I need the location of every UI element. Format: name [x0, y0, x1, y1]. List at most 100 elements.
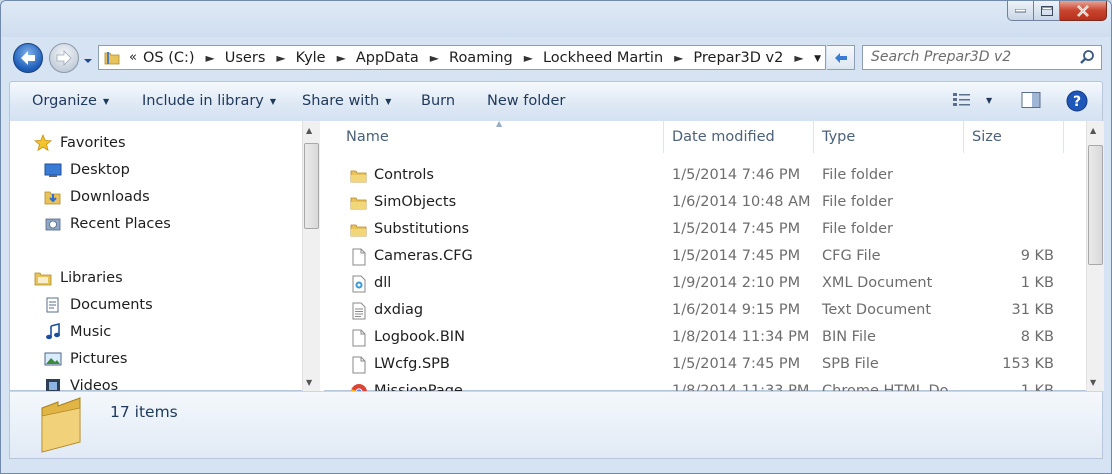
nav-downloads[interactable]: Downloads: [44, 188, 150, 206]
music-icon: [44, 323, 62, 341]
maximize-button[interactable]: [1034, 1, 1060, 21]
burn-button[interactable]: Burn: [421, 93, 455, 109]
scroll-up-arrow[interactable]: ▲: [1090, 126, 1096, 135]
breadcrumb-chevron-icon[interactable]: ►: [422, 51, 446, 65]
recent-pages-dropdown[interactable]: [83, 53, 93, 63]
window-bottom-edge: [1, 459, 1111, 473]
content-area: Favorites Desktop Downloads Recent Place…: [9, 121, 1104, 391]
minimize-button[interactable]: [1007, 1, 1034, 21]
nav-downloads-label: Downloads: [70, 189, 150, 205]
refresh-button[interactable]: [827, 45, 855, 70]
breadcrumb-kyle[interactable]: Kyle: [293, 50, 329, 66]
table-row[interactable]: SimObjects 1/6/2014 10:48 AM File folder: [324, 189, 1086, 216]
file-size: 8 KB: [1020, 329, 1054, 345]
scroll-down-arrow[interactable]: ▼: [1090, 378, 1096, 387]
table-row[interactable]: LWcfg.SPB 1/5/2014 7:45 PM SPB File 153 …: [324, 351, 1086, 378]
breadcrumb-roaming[interactable]: Roaming: [446, 50, 516, 66]
new-folder-button[interactable]: New folder: [487, 93, 565, 109]
column-header-name[interactable]: Name: [338, 121, 664, 153]
organize-button[interactable]: Organize ▼: [32, 93, 109, 109]
breadcrumb-lockheed-martin[interactable]: Lockheed Martin: [540, 50, 666, 66]
table-row[interactable]: Substitutions 1/5/2014 7:45 PM File fold…: [324, 216, 1086, 243]
include-in-library-button[interactable]: Include in library ▼: [142, 93, 276, 109]
breadcrumb-chevron-icon[interactable]: ►: [786, 51, 810, 65]
breadcrumb-chevron-icon[interactable]: ►: [516, 51, 540, 65]
item-count: 17 items: [110, 403, 178, 421]
scrollbar-thumb[interactable]: [1088, 145, 1103, 265]
navigation-scrollbar[interactable]: ▲ ▼: [302, 121, 320, 391]
help-button[interactable]: ?: [1066, 90, 1088, 112]
table-row[interactable]: Logbook.BIN 1/8/2014 11:34 PM BIN File 8…: [324, 324, 1086, 351]
column-header-label: Type: [822, 129, 856, 145]
file-date: 1/9/2014 2:10 PM: [672, 275, 801, 291]
table-row[interactable]: Controls 1/5/2014 7:46 PM File folder: [324, 162, 1086, 189]
search-icon[interactable]: [1079, 49, 1095, 69]
desktop-icon: [44, 161, 62, 179]
preview-pane-button[interactable]: [1021, 91, 1041, 109]
file-name: Logbook.BIN: [374, 329, 465, 345]
window-buttons: [1007, 1, 1107, 21]
breadcrumb-chevron-icon[interactable]: ►: [329, 51, 353, 65]
folder-icon: [350, 194, 368, 212]
scroll-up-arrow[interactable]: ▲: [306, 126, 312, 135]
breadcrumb-prepar3d-v2[interactable]: Prepar3D v2: [690, 50, 786, 66]
nav-recent-places[interactable]: Recent Places: [44, 215, 171, 233]
file-type: XML Document: [822, 275, 933, 291]
file-list-scrollbar[interactable]: ▲ ▼: [1086, 121, 1104, 391]
recent-places-icon: [44, 215, 62, 233]
file-icon: [350, 356, 368, 374]
share-with-label: Share with: [302, 93, 380, 109]
navigation-pane: Favorites Desktop Downloads Recent Place…: [10, 121, 303, 391]
libraries-icon: [34, 269, 52, 287]
xml-file-icon: [350, 275, 368, 293]
file-date: 1/8/2014 11:33 PM: [672, 383, 810, 391]
close-button[interactable]: [1060, 1, 1107, 21]
change-view-button[interactable]: ▼: [952, 91, 992, 109]
table-row[interactable]: dll 1/9/2014 2:10 PM XML Document 1 KB: [324, 270, 1086, 297]
column-header-type[interactable]: Type: [814, 121, 964, 153]
breadcrumb-appdata[interactable]: AppData: [353, 50, 422, 66]
column-header-date[interactable]: Date modified: [664, 121, 814, 153]
column-header-size[interactable]: Size: [964, 121, 1064, 153]
nav-recent-places-label: Recent Places: [70, 216, 171, 232]
back-button[interactable]: [13, 43, 43, 73]
star-icon: [34, 134, 52, 152]
column-header-label: Name: [346, 129, 389, 145]
table-row[interactable]: Cameras.CFG 1/5/2014 7:45 PM CFG File 9 …: [324, 243, 1086, 270]
address-overflow[interactable]: «: [126, 50, 140, 65]
details-view-icon: [953, 93, 970, 106]
scroll-down-arrow[interactable]: ▼: [306, 378, 312, 387]
share-with-button[interactable]: Share with ▼: [302, 93, 391, 109]
address-bar[interactable]: « OS (C:) ► Users ► Kyle ► AppData ► Roa…: [98, 45, 826, 70]
nav-videos[interactable]: Videos: [44, 377, 118, 391]
nav-favorites[interactable]: Favorites: [34, 134, 126, 152]
breadcrumb-chevron-icon[interactable]: ►: [268, 51, 292, 65]
nav-desktop-label: Desktop: [70, 162, 130, 178]
chevron-down-icon[interactable]: ▼: [986, 96, 992, 105]
forward-button[interactable]: [49, 43, 79, 73]
address-history-dropdown[interactable]: ▼: [814, 54, 821, 64]
breadcrumb-os-c[interactable]: OS (C:): [140, 50, 198, 66]
search-box[interactable]: [862, 45, 1102, 70]
folder-icon: [350, 167, 368, 185]
nav-pictures[interactable]: Pictures: [44, 350, 127, 368]
search-input[interactable]: [863, 46, 1073, 68]
file-type: File folder: [822, 221, 893, 237]
folder-icon: [36, 396, 88, 458]
nav-music[interactable]: Music: [44, 323, 111, 341]
nav-documents[interactable]: Documents: [44, 296, 153, 314]
nav-desktop[interactable]: Desktop: [44, 161, 130, 179]
table-row[interactable]: dxdiag 1/6/2014 9:15 PM Text Document 31…: [324, 297, 1086, 324]
file-name: Controls: [374, 167, 434, 183]
table-row[interactable]: MissionPage 1/8/2014 11:33 PM Chrome HTM…: [324, 378, 1086, 391]
breadcrumb-chevron-icon[interactable]: ►: [666, 51, 690, 65]
title-bar[interactable]: [1, 1, 1111, 37]
file-name: dll: [374, 275, 392, 291]
breadcrumb-chevron-icon[interactable]: ►: [198, 51, 222, 65]
breadcrumb-users[interactable]: Users: [222, 50, 269, 66]
scrollbar-thumb[interactable]: [304, 143, 319, 229]
column-header-label: Date modified: [672, 129, 775, 145]
nav-favorites-label: Favorites: [60, 135, 126, 151]
chevron-down-icon: ▼: [269, 96, 277, 106]
nav-libraries[interactable]: Libraries: [34, 269, 123, 287]
